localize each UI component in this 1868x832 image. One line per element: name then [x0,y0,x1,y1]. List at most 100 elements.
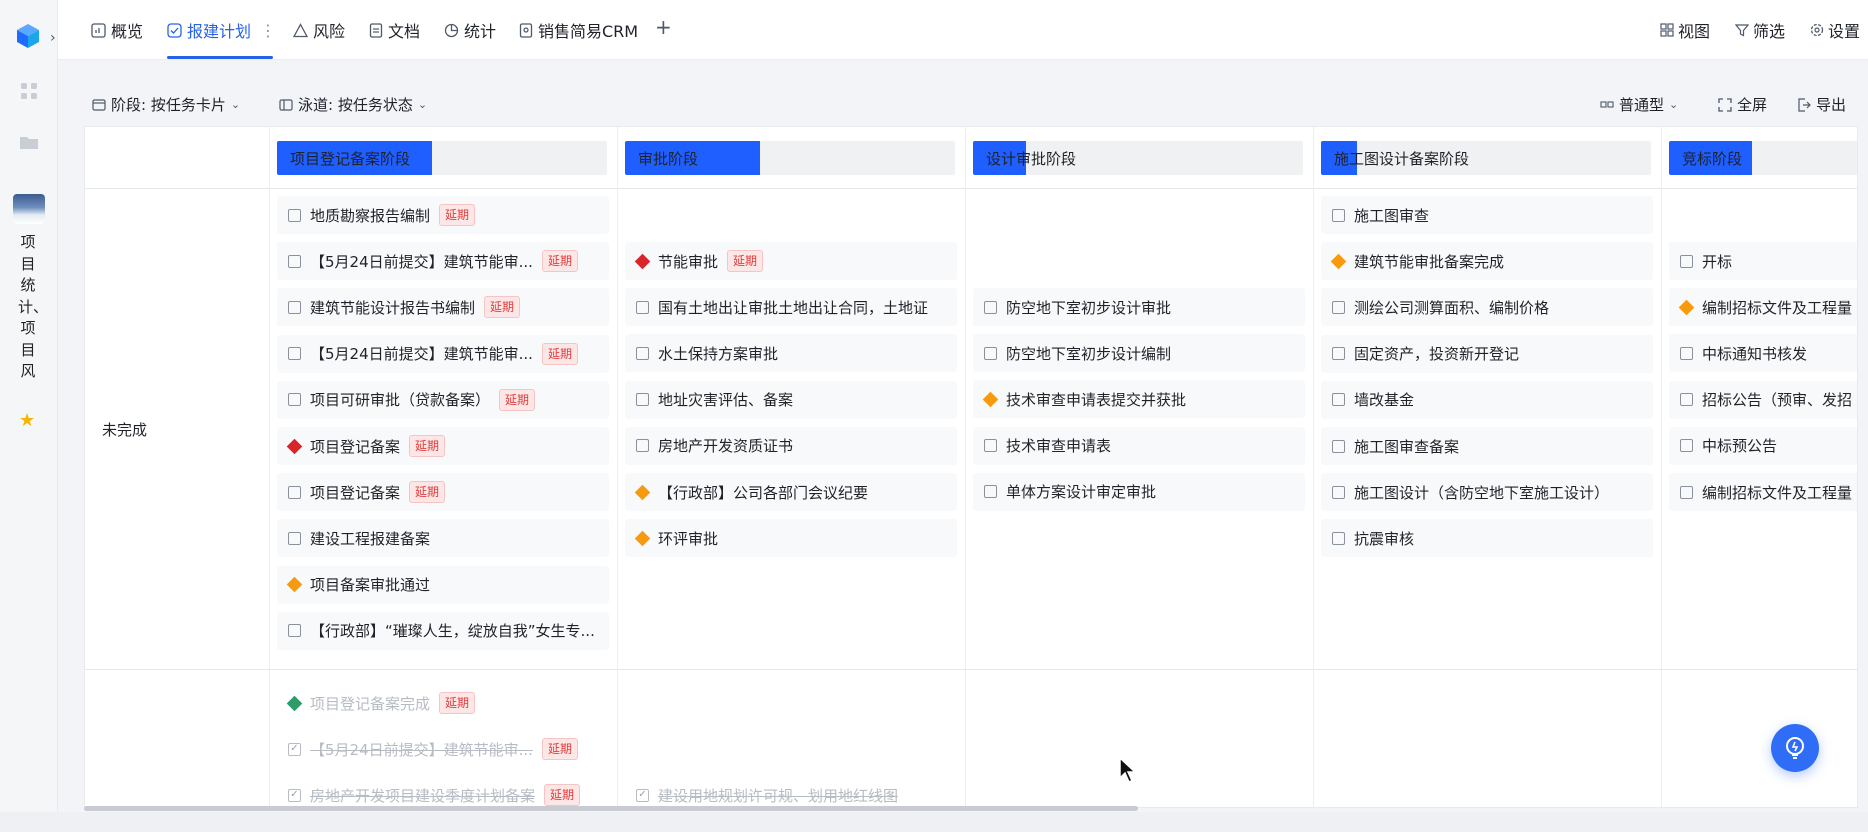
stage-header[interactable]: 审批阶段 [625,141,955,175]
task-card[interactable]: 技术审查申请表 [973,426,1305,465]
task-card[interactable]: 抗震审核 [1321,519,1653,558]
lane-mode-select[interactable]: 泳道: 按任务状态 ⌄ [279,94,427,115]
task-card[interactable]: 施工图审查备案 [1321,427,1653,465]
filter-button[interactable]: 筛选 [1735,18,1785,42]
task-card[interactable]: 项目可研审批（贷款备案） 延期 [277,380,609,419]
view-button[interactable]: 视图 [1660,18,1710,42]
task-card[interactable]: 【5月24日前提交】建筑节能审... 延期 [277,242,609,281]
star-icon[interactable]: ★ [19,410,35,431]
task-checkbox[interactable] [1680,254,1693,268]
vertical-dots-icon[interactable]: ⋮ [260,21,276,40]
task-checkbox[interactable] [1680,485,1693,499]
chevron-right-icon[interactable]: › [50,30,56,46]
task-checkbox[interactable] [636,439,649,453]
task-card[interactable]: 防空地下室初步设计编制 [973,334,1305,373]
task-card[interactable]: 【行政部】“璀璨人生，绽放自我”女生专... [277,611,609,650]
task-card[interactable]: 项目登记备案完成 延期 [277,684,609,722]
task-card[interactable]: 单体方案设计审定审批 [973,472,1305,511]
tab-documents[interactable]: 文档 [369,18,420,42]
tab-statistics[interactable]: 统计 [444,18,496,42]
cube-logo-icon[interactable] [14,22,42,50]
task-card[interactable]: 开标 [1669,242,1857,280]
task-card[interactable]: 中标通知书核发 [1669,334,1857,373]
apps-grid-icon[interactable] [18,80,40,102]
export-button[interactable]: 导出 [1797,94,1846,115]
checked-checkbox[interactable]: ✓ [288,742,301,756]
task-card[interactable]: 墙改基金 [1321,380,1653,419]
task-card[interactable]: 施工图审查 [1321,196,1653,234]
tab-risk[interactable]: 风险 [293,18,345,42]
task-card[interactable]: 地址灾害评估、备案 [625,380,957,419]
task-card[interactable]: 建筑节能审批备案完成 [1321,242,1653,281]
task-card[interactable]: 建筑节能设计报告书编制 延期 [277,288,609,327]
task-card[interactable]: 招标公告（预审、发招 [1669,380,1857,419]
task-card[interactable]: 防空地下室初步设计审批 [973,288,1305,326]
task-checkbox[interactable] [1332,439,1345,453]
task-checkbox[interactable] [636,393,649,407]
task-checkbox[interactable] [1332,300,1345,314]
task-checkbox[interactable] [1332,531,1345,545]
project-name[interactable]: 项目统计、项目风 [18,232,48,383]
task-card[interactable]: 编制招标文件及工程量 [1669,473,1857,511]
task-card[interactable]: 国有土地出让审批土地出让合同，土地证 [625,288,957,327]
task-checkbox[interactable] [288,624,301,638]
task-card[interactable]: 建设工程报建备案 [277,519,609,558]
checked-checkbox[interactable]: ✓ [636,788,649,802]
task-checkbox[interactable] [636,346,649,360]
task-checkbox[interactable] [1332,485,1345,499]
task-card[interactable]: 编制招标文件及工程量 [1669,288,1857,327]
task-card[interactable]: 节能审批 延期 [625,242,957,280]
folder-icon[interactable] [18,131,40,153]
project-thumbnail[interactable] [13,194,45,224]
task-checkbox[interactable] [288,393,301,407]
task-card[interactable]: 施工图设计（含防空地下室施工设计） [1321,473,1653,512]
stage-header[interactable]: 设计审批阶段 [973,141,1303,175]
task-checkbox[interactable] [984,346,997,360]
stage-header[interactable]: 竞标阶段 [1669,141,1857,175]
stage-header[interactable]: 施工图设计备案阶段 [1321,141,1651,175]
task-checkbox[interactable] [1332,208,1345,222]
task-card[interactable]: 项目备案审批通过 [277,565,609,604]
task-checkbox[interactable] [1680,346,1693,360]
task-checkbox[interactable] [1680,439,1693,453]
tab-crm[interactable]: 销售简易CRM [519,18,638,42]
tab-build-plan[interactable]: 报建计划 ⋮ [167,18,276,42]
task-card[interactable]: 地质勘察报告编制 延期 [277,196,609,234]
tab-overview[interactable]: 概览 [91,18,143,42]
task-card[interactable]: ✓ 房地产开发项目建设季度计划备案 延期 [277,776,609,807]
horizontal-scrollbar[interactable] [84,806,1138,811]
task-checkbox[interactable] [1332,347,1345,361]
stage-header[interactable]: 项目登记备案阶段 [277,141,607,175]
task-card[interactable]: 中标预公告 [1669,426,1857,465]
fullscreen-button[interactable]: 全屏 [1718,94,1767,115]
task-card[interactable]: ✓ 【5月24日前提交】建筑节能审... 延期 [277,730,609,768]
task-checkbox[interactable] [1332,393,1345,407]
task-card[interactable]: 固定资产，投资新开登记 [1321,334,1653,373]
task-card[interactable]: 项目登记备案 延期 [277,473,609,512]
stage-mode-select[interactable]: 阶段: 按任务卡片 ⌄ [92,94,240,115]
settings-button[interactable]: 设置 [1810,18,1860,42]
task-checkbox[interactable] [1680,393,1693,407]
task-checkbox[interactable] [984,300,997,314]
task-checkbox[interactable] [288,208,301,222]
task-checkbox[interactable] [288,531,301,545]
plus-icon[interactable]: + [655,15,672,39]
task-card[interactable]: 房地产开发资质证书 [625,426,957,465]
task-checkbox[interactable] [288,347,301,361]
task-checkbox[interactable] [288,254,301,268]
task-checkbox[interactable] [984,485,997,499]
card-type-select[interactable]: 普通型 ⌄ [1600,94,1678,115]
checked-checkbox[interactable]: ✓ [288,788,301,802]
task-checkbox[interactable] [288,300,301,314]
task-checkbox[interactable] [984,439,997,453]
task-card[interactable]: 项目登记备案 延期 [277,427,609,465]
task-card[interactable]: 【5月24日前提交】建筑节能审... 延期 [277,334,609,373]
task-card[interactable]: 测绘公司测算面积、编制价格 [1321,288,1653,327]
task-card[interactable]: 技术审查申请表提交并获批 [973,380,1305,419]
help-button[interactable] [1771,724,1819,772]
task-checkbox[interactable] [288,485,301,499]
task-checkbox[interactable] [636,300,649,314]
task-card[interactable]: 水土保持方案审批 [625,334,957,373]
task-card[interactable]: ✓ 建设用地规划许可规、划用地红线图 [625,776,957,807]
task-card[interactable]: 【行政部】公司各部门会议纪要 [625,473,957,511]
